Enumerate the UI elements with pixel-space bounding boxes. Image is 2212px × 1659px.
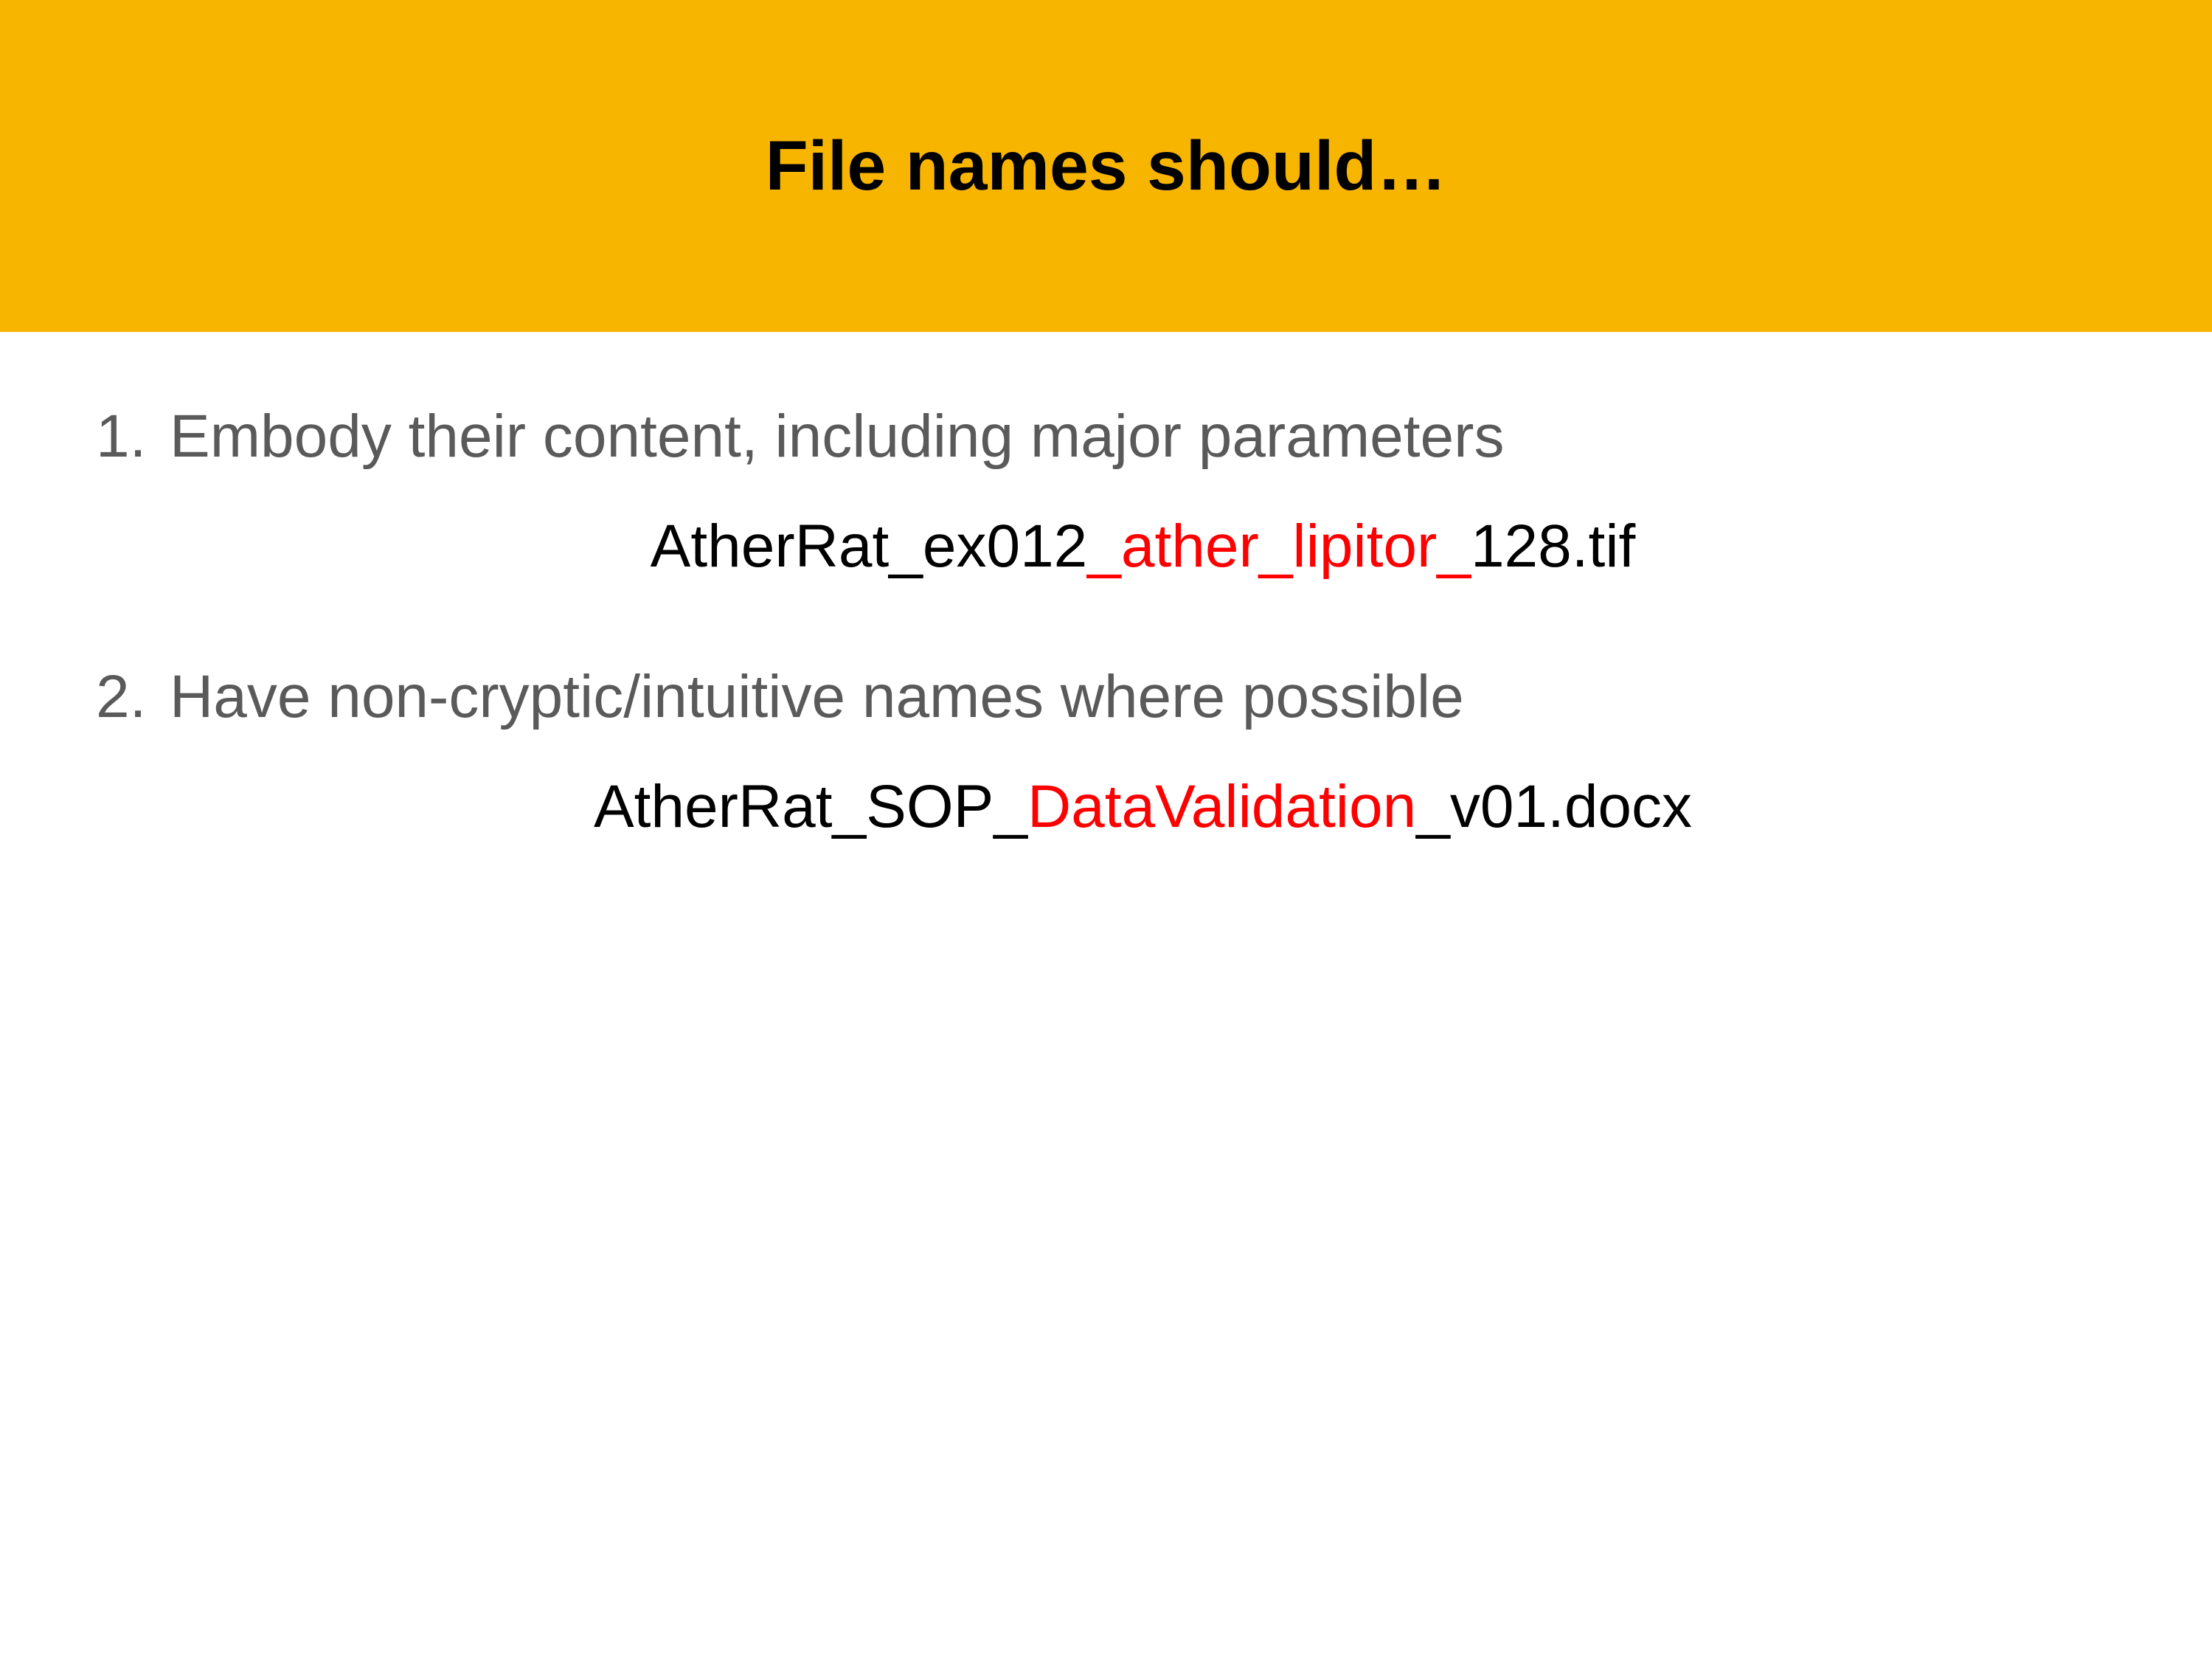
header-band: File names should… [0, 0, 2212, 332]
slide-title: File names should… [766, 126, 1447, 207]
slide: File names should… 1. Embody their conte… [0, 0, 2212, 1659]
example-segment: _v01.docx [1416, 773, 1692, 840]
list-item: 2. Have non-cryptic/intuitive names wher… [96, 662, 2116, 732]
list-item: 1. Embody their content, including major… [96, 402, 2116, 471]
list-text: Embody their content, including major pa… [170, 402, 2116, 471]
list-text: Have non-cryptic/intuitive names where p… [170, 662, 2116, 732]
list-number: 2. [96, 662, 170, 732]
example-segment: AtherRat_SOP_ [594, 773, 1027, 840]
example-filename: AtherRat_SOP_DataValidation_v01.docx [96, 772, 2116, 842]
example-segment: AtherRat_ex012 [651, 513, 1088, 580]
example-filename: AtherRat_ex012_ather_lipitor_128.tif [96, 512, 2116, 581]
slide-content: 1. Embody their content, including major… [0, 332, 2212, 842]
example-segment: 128.tif [1471, 513, 1635, 580]
list-number: 1. [96, 402, 170, 471]
example-segment-highlight: _ather_lipitor_ [1087, 513, 1471, 580]
example-segment-highlight: DataValidation [1027, 773, 1416, 840]
